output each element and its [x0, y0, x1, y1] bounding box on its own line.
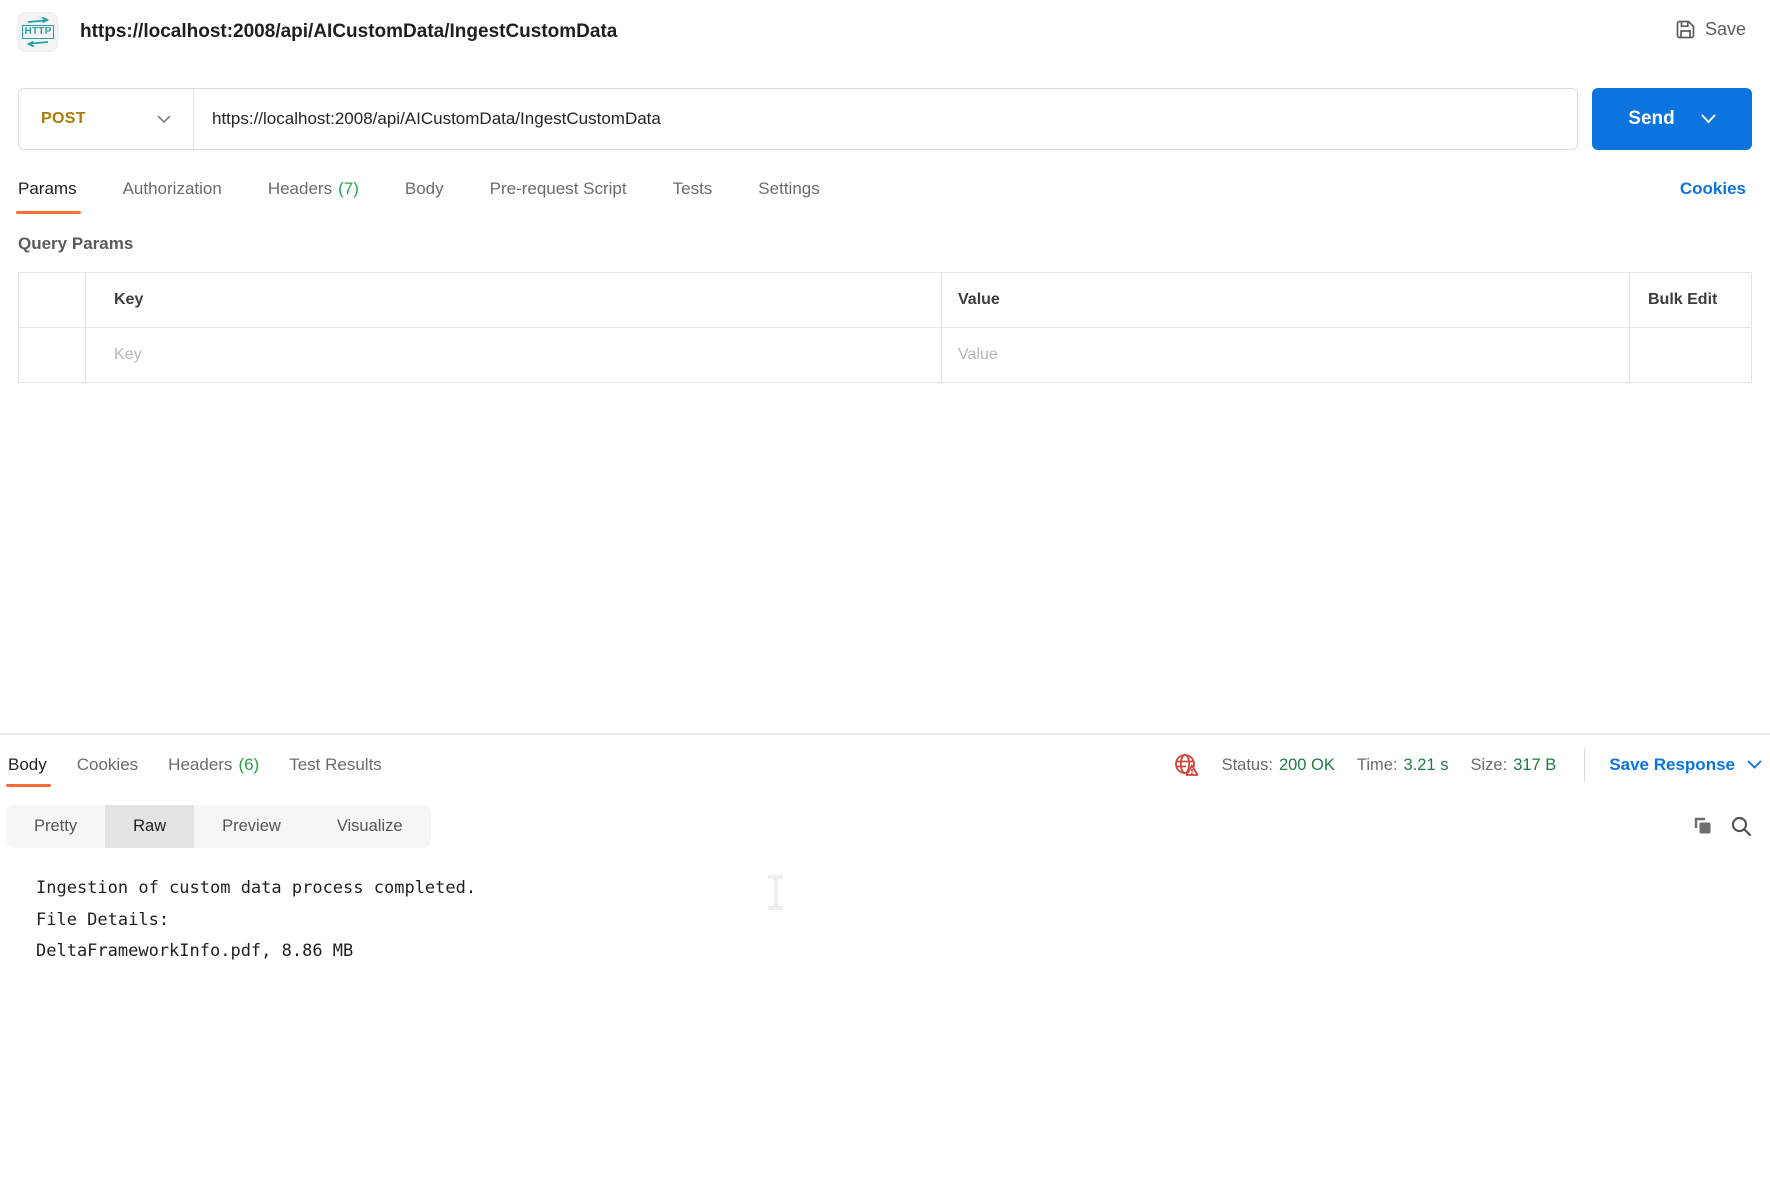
cookies-link[interactable]: Cookies [1680, 179, 1746, 199]
text-cursor-icon [768, 875, 783, 910]
time-indicator: Time: 3.21 s [1357, 756, 1449, 775]
tab-headers-count: (7) [338, 179, 359, 198]
tab-body-label: Body [404, 179, 444, 198]
response-tab-test-results-label: Test Results [289, 755, 382, 774]
tab-tests-label: Tests [672, 179, 713, 198]
size-label: Size: [1470, 755, 1508, 774]
tab-params-label: Params [18, 179, 77, 198]
request-url-row: POST https://localhost:2008/api/AICustom… [18, 88, 1752, 150]
time-value: 3.21 s [1403, 755, 1449, 774]
response-panel: Body Cookies Headers (6) Test Results St… [0, 733, 1770, 1180]
key-column-header: Key [85, 272, 942, 328]
response-tab-headers-count: (6) [238, 755, 260, 774]
tabs-spacer [866, 150, 1634, 228]
view-tab-pretty[interactable]: Pretty [6, 805, 105, 848]
save-button[interactable]: Save [1675, 19, 1746, 40]
response-view-toolbar: Pretty Raw Preview Visualize [0, 795, 1770, 857]
row-actions-cell [1629, 327, 1752, 383]
tab-authorization-label: Authorization [122, 179, 222, 198]
search-icon [1731, 816, 1752, 837]
response-tab-cookies-label: Cookies [76, 755, 139, 774]
key-input[interactable]: Key [85, 327, 942, 383]
http-arrow-right-icon [27, 17, 49, 24]
response-view-switcher: Pretty Raw Preview Visualize [6, 804, 431, 848]
view-tab-preview[interactable]: Preview [194, 805, 309, 848]
select-column-header [18, 272, 86, 328]
response-toolbar-icons [1692, 815, 1752, 837]
save-response-label: Save Response [1609, 755, 1735, 774]
send-button[interactable]: Send [1592, 88, 1752, 150]
size-value: 317 B [1513, 755, 1557, 774]
response-line: DeltaFrameworkInfo.pdf, 8.86 MB [36, 941, 354, 961]
http-badge-label: HTTP [21, 25, 55, 39]
save-response-chevron-icon [1747, 760, 1762, 769]
response-tab-body[interactable]: Body [6, 735, 51, 795]
view-tab-raw[interactable]: Raw [105, 804, 195, 848]
bulk-edit-button[interactable]: Bulk Edit [1629, 272, 1752, 328]
url-box: POST https://localhost:2008/api/AICustom… [18, 88, 1578, 150]
status-label: Status: [1221, 755, 1273, 774]
app-window: HTTP https://localhost:2008/api/AICustom… [0, 0, 1770, 1180]
chevron-down-icon [157, 115, 171, 123]
value-input[interactable]: Value [941, 327, 1630, 383]
query-params-empty-row: Key Value [18, 327, 1752, 383]
request-title: https://localhost:2008/api/AICustomData/… [80, 21, 618, 42]
copy-response-button[interactable] [1692, 815, 1714, 837]
search-response-button[interactable] [1730, 815, 1752, 837]
response-tab-cookies[interactable]: Cookies [77, 735, 138, 795]
save-response-button[interactable]: Save Response [1609, 755, 1762, 775]
time-label: Time: [1356, 755, 1398, 774]
response-line: Ingestion of custom data process complet… [36, 878, 477, 898]
query-params-title: Query Params [18, 234, 134, 253]
row-select-cell [18, 327, 86, 383]
tab-body[interactable]: Body [405, 150, 444, 228]
request-tabs: Params Authorization Headers (7) Body Pr… [0, 150, 1770, 228]
send-button-label: Send [1628, 108, 1675, 129]
tab-authorization[interactable]: Authorization [123, 150, 222, 228]
status-value: 200 OK [1278, 755, 1335, 774]
tab-settings-label: Settings [758, 179, 820, 198]
response-header: Body Cookies Headers (6) Test Results St… [0, 735, 1770, 795]
response-tabs: Body Cookies Headers (6) Test Results [6, 735, 382, 795]
query-params-header-row: Key Value Bulk Edit [18, 272, 1752, 328]
tab-headers[interactable]: Headers (7) [268, 150, 359, 228]
save-icon [1676, 20, 1695, 39]
url-input[interactable]: https://localhost:2008/api/AICustomData/… [194, 109, 1577, 129]
network-warning-icon[interactable] [1173, 752, 1200, 779]
tab-settings[interactable]: Settings [758, 150, 819, 228]
tab-pre-request-script-label: Pre-request Script [489, 179, 627, 198]
response-tab-test-results[interactable]: Test Results [289, 735, 382, 795]
response-line: File Details: [36, 909, 170, 930]
status-indicator: Status: 200 OK [1222, 756, 1335, 775]
request-header-bar: HTTP https://localhost:2008/api/AICustom… [0, 0, 1770, 88]
size-indicator: Size: 317 B [1471, 756, 1557, 775]
copy-icon [1694, 817, 1711, 834]
tab-tests[interactable]: Tests [673, 150, 713, 228]
method-selector[interactable]: POST [19, 89, 193, 149]
response-tab-body-label: Body [8, 755, 47, 774]
response-body-viewer[interactable]: Ingestion of custom data process complet… [0, 857, 1770, 968]
query-params-table: Key Value Bulk Edit Key Value [18, 272, 1752, 383]
view-tab-visualize[interactable]: Visualize [309, 805, 431, 848]
value-column-header: Value [941, 272, 1630, 328]
send-options-chevron-icon[interactable] [1701, 114, 1716, 124]
save-button-label: Save [1704, 19, 1746, 39]
http-arrow-left-icon [27, 40, 49, 47]
http-request-icon: HTTP [18, 12, 58, 52]
tab-headers-label: Headers [267, 179, 333, 198]
response-tab-headers[interactable]: Headers (6) [168, 735, 259, 795]
tab-pre-request-script[interactable]: Pre-request Script [490, 150, 627, 228]
method-label: POST [41, 110, 86, 127]
response-tab-headers-label: Headers [168, 755, 233, 774]
response-status-bar: Status: 200 OK Time: 3.21 s Size: 317 B … [1173, 735, 1762, 795]
tab-params[interactable]: Params [16, 150, 81, 228]
status-divider [1584, 748, 1586, 782]
